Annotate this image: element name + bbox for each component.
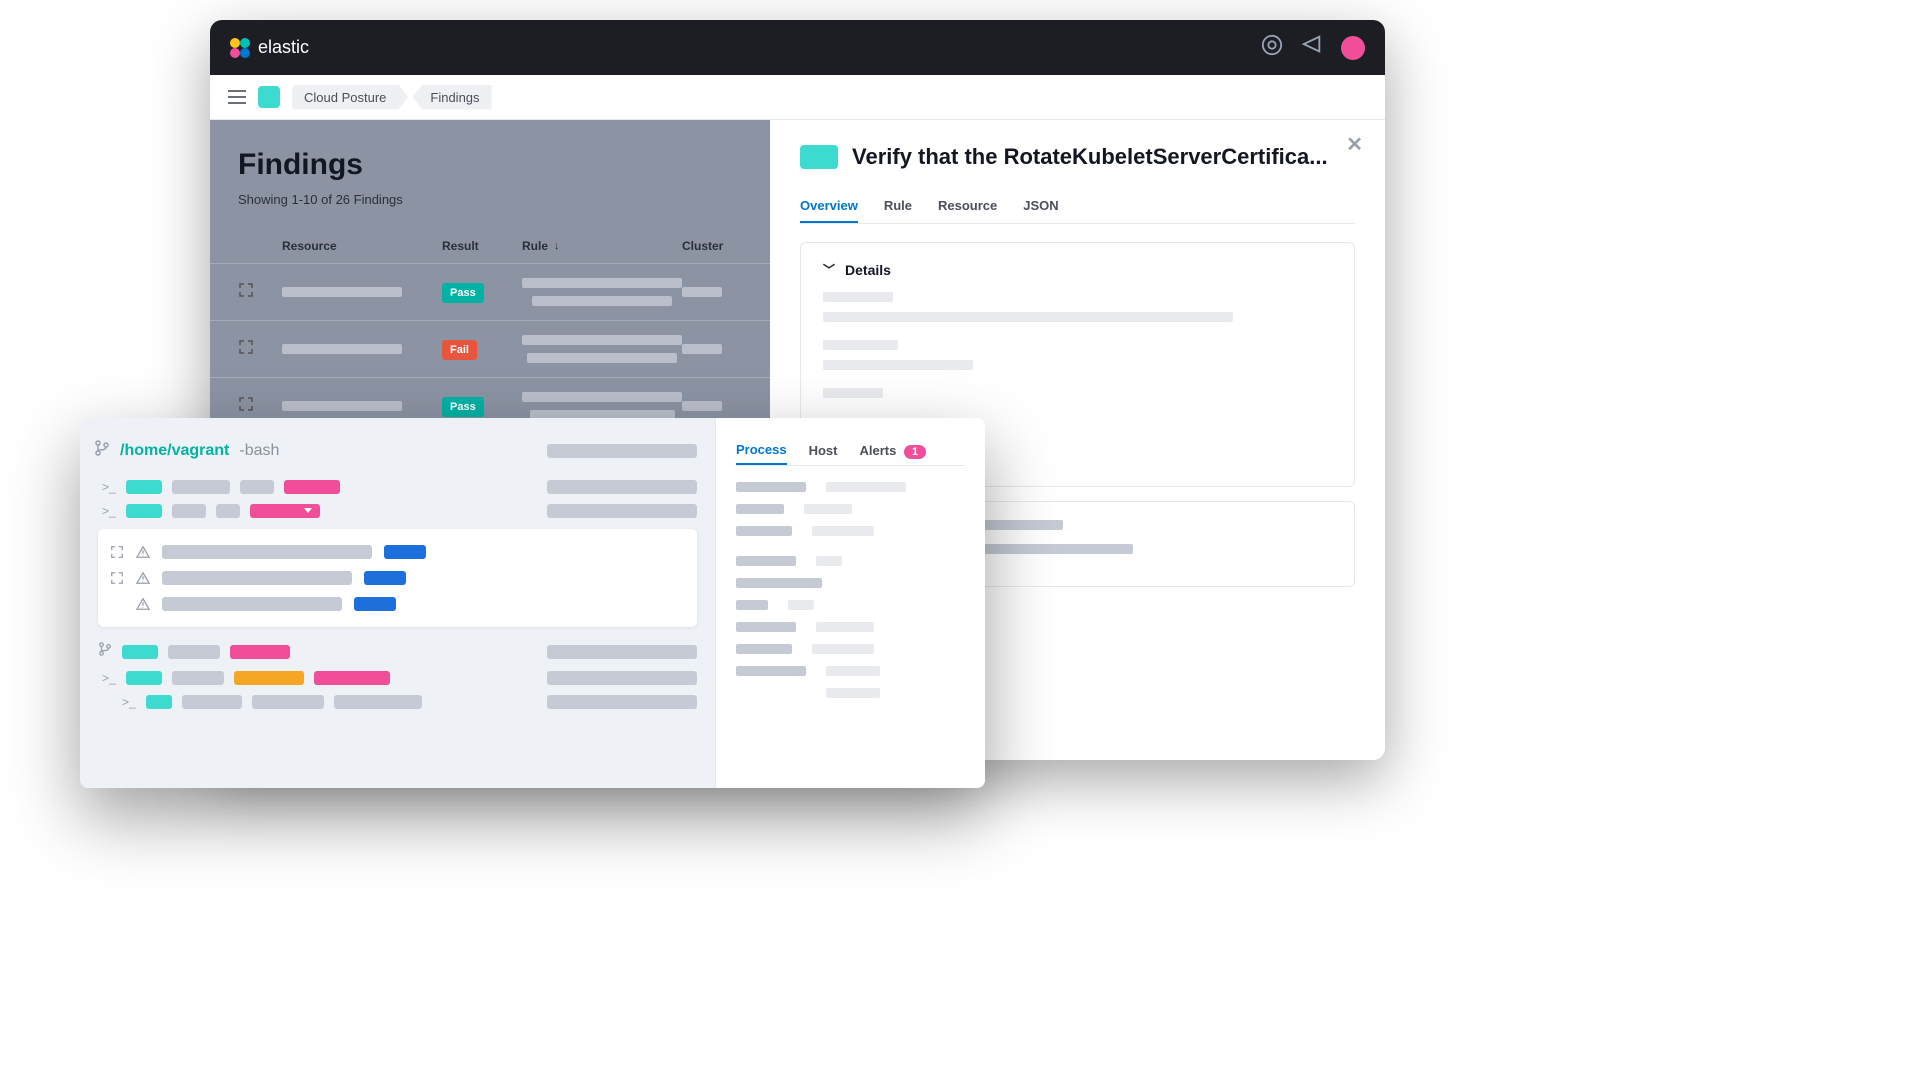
result-badge-pass: Pass	[442, 397, 484, 417]
elastic-logo-icon	[230, 38, 250, 58]
breadcrumb-bar: Cloud Posture Findings	[210, 75, 1385, 120]
col-rule[interactable]: Rule ↓	[522, 239, 682, 253]
command-row[interactable]: >_	[94, 690, 697, 714]
news-icon[interactable]	[1301, 34, 1323, 61]
expand-icon[interactable]	[110, 545, 124, 559]
chevron-down-icon: ﹀	[823, 261, 835, 278]
finding-status-icon	[800, 145, 838, 169]
session-tabs: Process Host Alerts 1	[736, 436, 965, 466]
session-cwd: /home/vagrant	[120, 442, 229, 460]
close-icon[interactable]: ✕	[1346, 132, 1363, 157]
table-row[interactable]: Pass	[210, 263, 770, 320]
placeholder	[547, 444, 697, 458]
session-path: /home/vagrant -bash	[94, 440, 697, 461]
col-cluster[interactable]: Cluster	[682, 239, 742, 253]
command-row[interactable]: >_	[94, 475, 697, 499]
details-toggle[interactable]: ﹀ Details	[823, 261, 1332, 278]
breadcrumb-cloud-posture[interactable]: Cloud Posture	[292, 85, 408, 110]
titlebar-actions	[1261, 34, 1365, 61]
tab-resource[interactable]: Resource	[938, 190, 997, 223]
branch-icon	[98, 642, 112, 661]
session-tree: /home/vagrant -bash >_ >_	[80, 418, 715, 788]
expand-icon[interactable]	[110, 571, 124, 585]
col-resource[interactable]: Resource	[282, 239, 442, 253]
dropdown-chip[interactable]	[250, 504, 320, 518]
alerts-count-badge: 1	[904, 445, 926, 459]
expand-icon[interactable]	[238, 339, 254, 355]
sort-desc-icon: ↓	[554, 240, 560, 252]
brand-name: elastic	[258, 37, 309, 58]
user-avatar[interactable]	[1341, 36, 1365, 60]
tab-process[interactable]: Process	[736, 436, 787, 465]
flyout-tabs: Overview Rule Resource JSON	[800, 190, 1355, 224]
tab-alerts[interactable]: Alerts 1	[859, 437, 926, 464]
table-header: Resource Result Rule ↓ Cluster	[210, 227, 770, 263]
result-badge-pass: Pass	[442, 283, 484, 303]
session-view-window: /home/vagrant -bash >_ >_	[80, 418, 985, 788]
prompt-icon: >_	[122, 695, 136, 709]
alert-group	[98, 529, 697, 627]
alert-row[interactable]	[110, 539, 685, 565]
brand: elastic	[230, 37, 309, 58]
help-icon[interactable]	[1261, 34, 1283, 61]
expand-icon[interactable]	[238, 282, 254, 298]
table-row[interactable]: Fail	[210, 320, 770, 377]
page-title: Findings	[210, 148, 770, 182]
results-count: Showing 1-10 of 26 Findings	[210, 182, 770, 227]
expand-icon[interactable]	[238, 396, 254, 412]
tab-overview[interactable]: Overview	[800, 190, 858, 223]
session-details-panel: Process Host Alerts 1	[715, 418, 985, 788]
prompt-icon: >_	[102, 504, 116, 518]
tab-json[interactable]: JSON	[1023, 190, 1058, 223]
session-shell: -bash	[239, 442, 279, 460]
prompt-icon: >_	[102, 480, 116, 494]
breadcrumb-findings: Findings	[412, 85, 491, 110]
warning-icon	[136, 571, 150, 585]
warning-icon	[136, 597, 150, 611]
tab-rule[interactable]: Rule	[884, 190, 912, 223]
prompt-icon: >_	[102, 671, 116, 685]
tab-host[interactable]: Host	[809, 437, 838, 464]
titlebar: elastic	[210, 20, 1385, 75]
command-row[interactable]: >_	[94, 666, 697, 690]
alert-row[interactable]	[110, 591, 685, 617]
branch-icon	[94, 440, 110, 461]
command-row[interactable]: >_	[94, 499, 697, 523]
alert-row[interactable]	[110, 565, 685, 591]
menu-toggle-icon[interactable]	[228, 90, 246, 104]
col-result[interactable]: Result	[442, 239, 522, 253]
warning-icon	[136, 545, 150, 559]
result-badge-fail: Fail	[442, 340, 477, 360]
app-icon[interactable]	[258, 86, 280, 108]
command-row[interactable]	[94, 637, 697, 666]
flyout-title: Verify that the RotateKubeletServerCerti…	[852, 144, 1328, 170]
